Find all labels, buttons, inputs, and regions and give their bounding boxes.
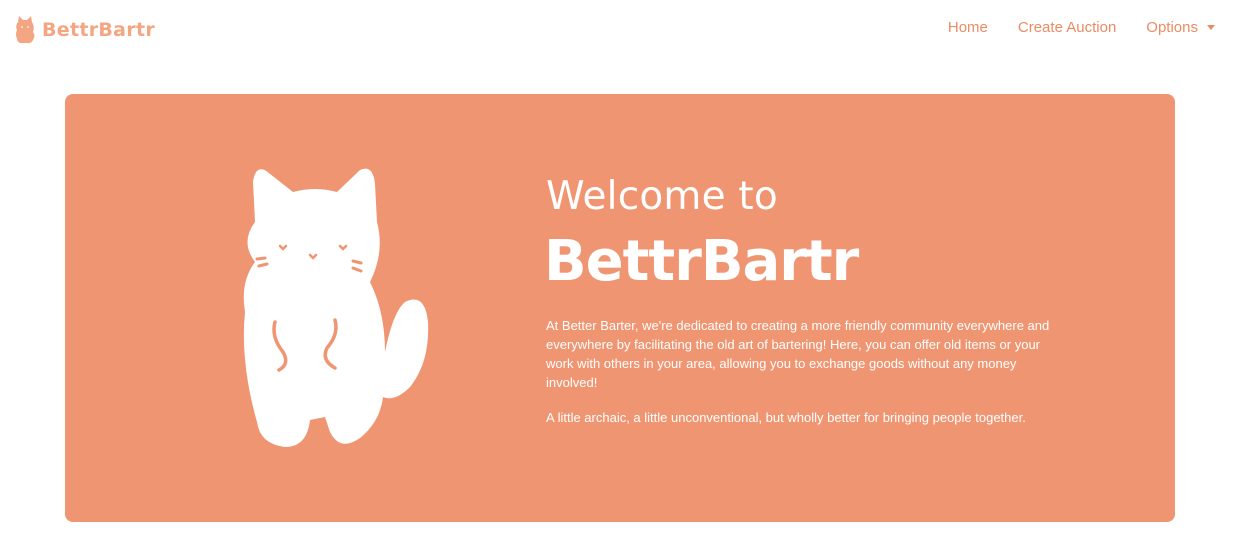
hero-copy: Welcome to BettrBartr At Better Barter, … (544, 174, 1076, 427)
caret-down-icon (1207, 25, 1215, 30)
intro-paragraph: At Better Barter, we're dedicated to cre… (546, 318, 1050, 390)
navbar: BettrBartr Home Create Auction Options (0, 0, 1237, 62)
tagline-paragraph: A little archaic, a little unconventiona… (546, 410, 1026, 425)
options-label: Options (1146, 19, 1198, 36)
hero-banner: Welcome to BettrBartr At Better Barter, … (65, 94, 1175, 522)
cat-illustration (243, 168, 429, 447)
nav-links: Home Create Auction Options (918, 19, 1215, 36)
cat-logo-icon (16, 16, 35, 44)
hero-brand-title: BettrBartr (544, 229, 859, 294)
brand-name: BettrBartr (42, 19, 156, 41)
nav-options-dropdown[interactable]: Options (1146, 19, 1215, 36)
brand-logo-link[interactable]: BettrBartr (14, 14, 155, 46)
nav-create-auction-link[interactable]: Create Auction (1018, 19, 1116, 36)
nav-home-link[interactable]: Home (948, 19, 988, 36)
welcome-heading: Welcome to (546, 174, 778, 219)
